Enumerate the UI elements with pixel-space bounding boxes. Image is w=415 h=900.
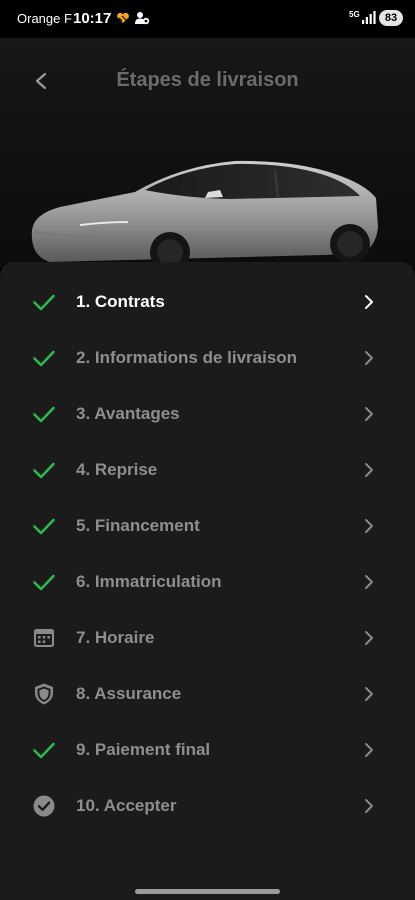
check-icon	[33, 462, 55, 479]
check-icon	[33, 294, 55, 311]
home-indicator[interactable]	[135, 889, 280, 894]
step-label: 5. Financement	[76, 516, 200, 535]
page-title: Étapes de livraison	[116, 69, 299, 91]
check-icon	[33, 350, 55, 367]
check-icon	[33, 406, 55, 423]
step-label: 2. Informations de livraison	[76, 348, 298, 367]
check-icon	[33, 518, 55, 535]
step-row-accepter[interactable]: 10. Accepter	[0, 778, 415, 834]
delivery-steps-sheet: 1. Contrats 2. Informations de livraison…	[0, 262, 415, 900]
check-icon	[33, 742, 55, 759]
step-row-contrats[interactable]: 1. Contrats	[0, 274, 415, 330]
step-label: 8. Assurance	[76, 684, 182, 703]
step-label: 1. Contrats	[76, 292, 165, 311]
chevron-right-icon	[365, 631, 373, 645]
status-bar: Orange F 10:17 5G 83	[0, 0, 415, 38]
chevron-right-icon	[365, 743, 373, 757]
car-image	[31, 160, 379, 270]
step-label: 4. Reprise	[76, 460, 158, 479]
chevron-right-icon	[365, 351, 373, 365]
calendar-icon	[34, 629, 54, 647]
step-row-informations-de-livraison[interactable]: 2. Informations de livraison	[0, 330, 415, 386]
check-circle-icon	[33, 795, 55, 817]
notification-heart-icon	[117, 12, 129, 23]
carrier-name: Orange F	[17, 11, 72, 26]
chevron-right-icon	[365, 519, 373, 533]
chevron-right-icon	[365, 407, 373, 421]
shield-icon	[35, 683, 53, 705]
step-row-immatriculation[interactable]: 6. Immatriculation	[0, 554, 415, 610]
chevron-right-icon	[365, 295, 373, 309]
chevron-right-icon	[365, 575, 373, 589]
step-row-assurance[interactable]: 8. Assurance	[0, 666, 415, 722]
notification-people-icon	[135, 12, 150, 25]
step-label: 6. Immatriculation	[76, 572, 222, 591]
network-type: 5G	[349, 10, 360, 19]
status-time: 10:17	[73, 10, 112, 27]
step-label: 3. Avantages	[76, 404, 180, 423]
step-label: 9. Paiement final	[76, 740, 211, 759]
battery-level: 83	[379, 10, 403, 26]
check-icon	[33, 574, 55, 591]
chevron-right-icon	[365, 687, 373, 701]
chevron-right-icon	[365, 463, 373, 477]
signal-strength-icon	[362, 11, 376, 24]
chevron-right-icon	[365, 799, 373, 813]
step-row-paiement-final[interactable]: 9. Paiement final	[0, 722, 415, 778]
step-label: 10. Accepter	[76, 796, 177, 815]
step-row-horaire[interactable]: 7. Horaire	[0, 610, 415, 666]
step-row-avantages[interactable]: 3. Avantages	[0, 386, 415, 442]
step-row-reprise[interactable]: 4. Reprise	[0, 442, 415, 498]
step-label: 7. Horaire	[76, 628, 155, 647]
step-row-financement[interactable]: 5. Financement	[0, 498, 415, 554]
